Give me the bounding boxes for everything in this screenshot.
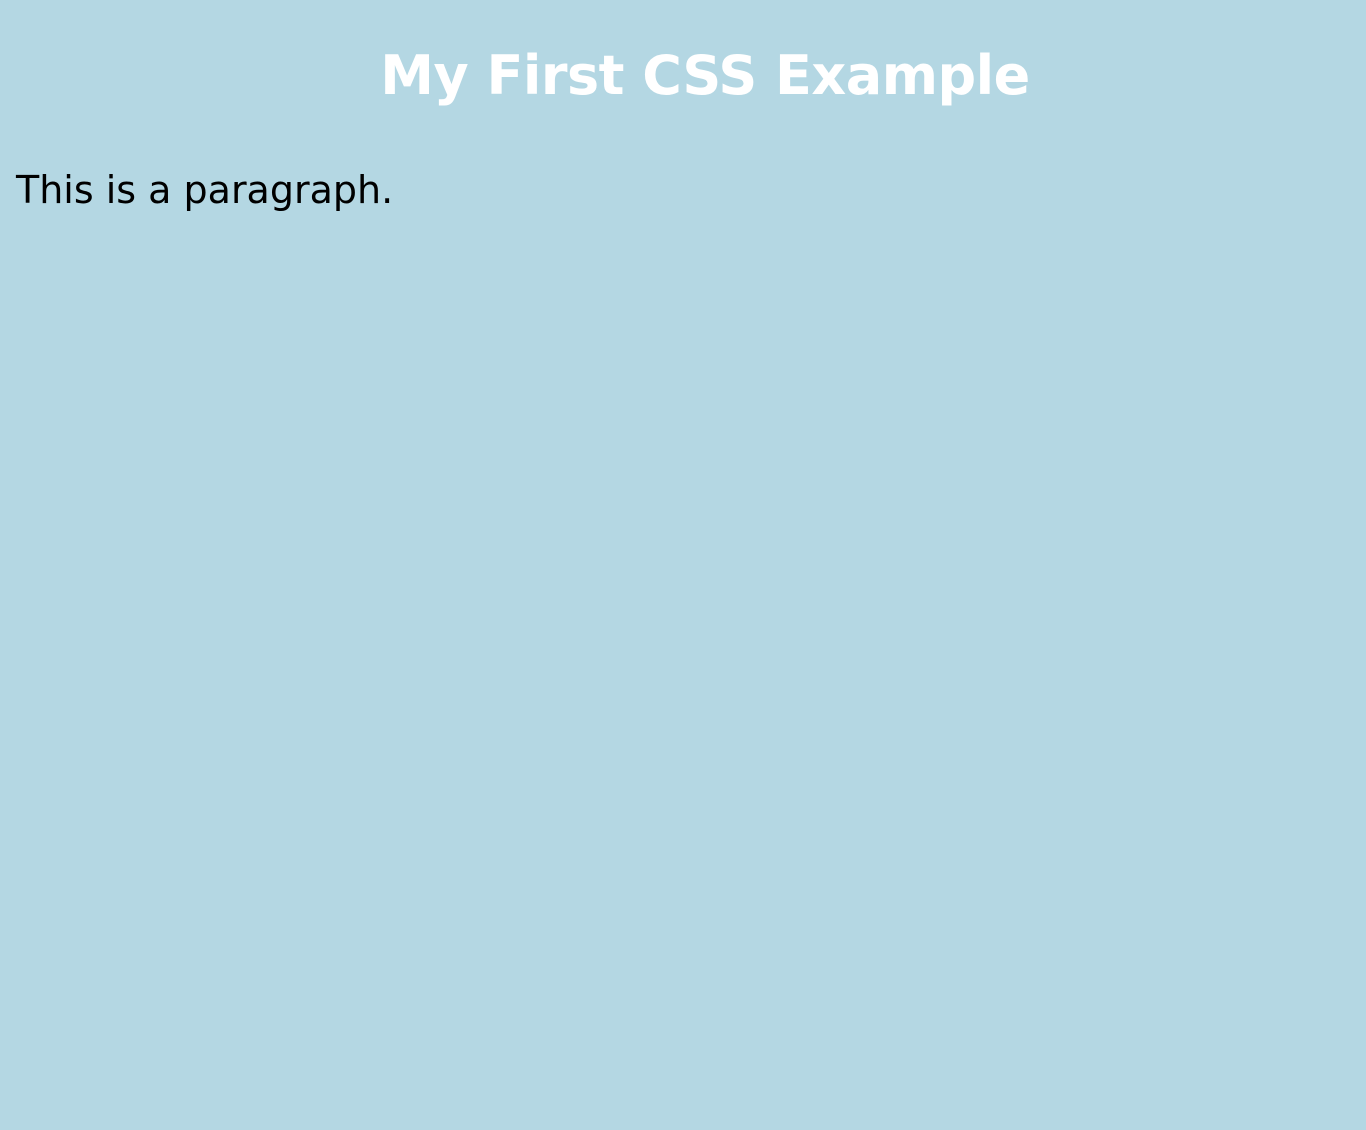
page-body: My First CSS Example This is a paragraph…: [0, 0, 1366, 1130]
page-title: My First CSS Example: [380, 44, 1030, 107]
body-paragraph: This is a paragraph.: [16, 168, 394, 212]
